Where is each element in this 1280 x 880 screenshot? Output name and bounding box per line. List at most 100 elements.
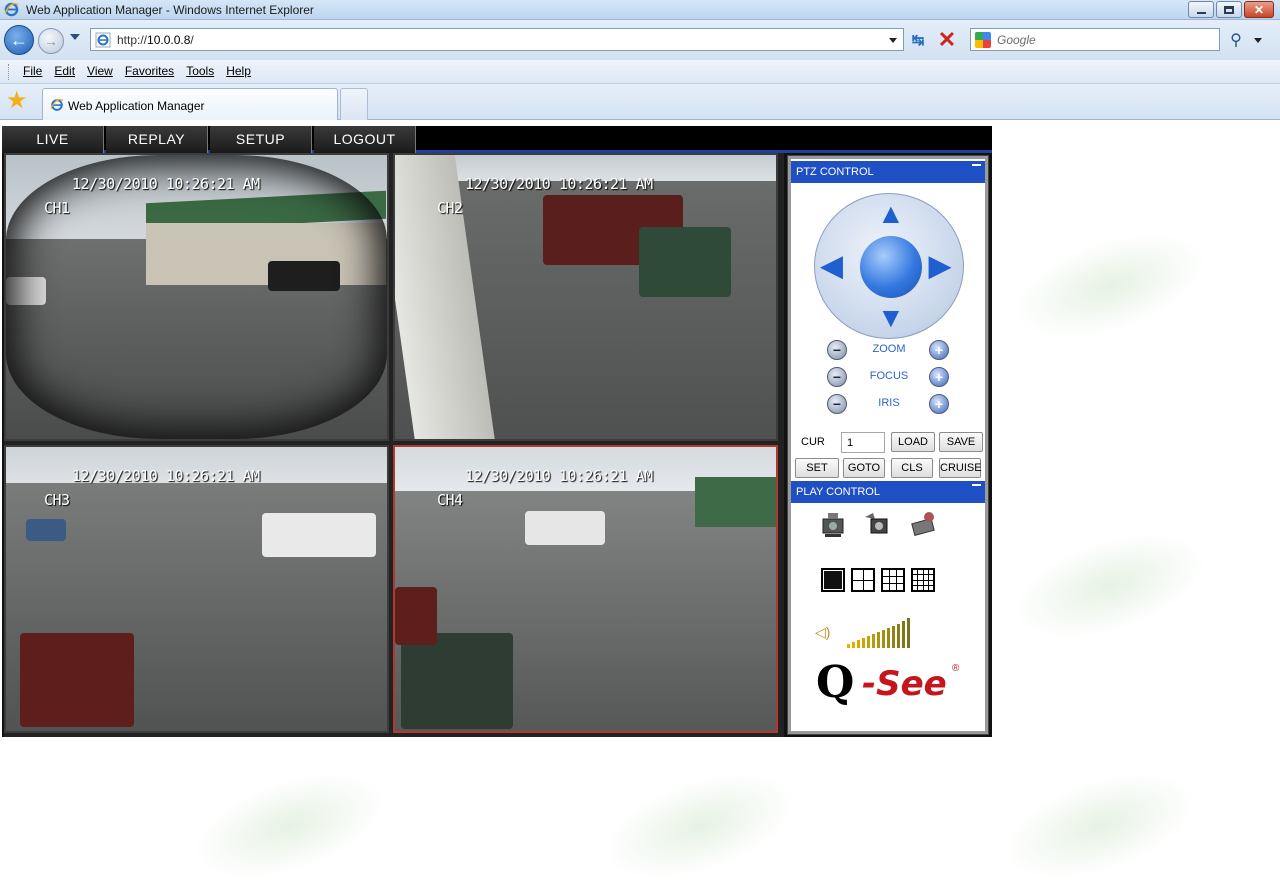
address-field[interactable]: http://10.0.0.8/ [90,28,904,51]
search-button[interactable]: ⚲ [1226,28,1246,51]
zoom-in-button[interactable]: + [929,340,949,360]
menu-file[interactable]: File [17,60,48,83]
search-field[interactable]: Google [970,28,1220,51]
snapshot-icon[interactable] [819,509,847,539]
ptz-up-arrow-icon[interactable]: ▲ [877,200,905,228]
camera-channel-label: CH4 [437,491,463,509]
camera-grid: 12/30/2010 10:26:21 AM CH1 12/30/2010 10… [4,153,784,737]
menu-help[interactable]: Help [220,60,257,83]
save-button[interactable]: SAVE [939,432,983,452]
minimize-button[interactable] [1188,1,1214,18]
menu-view[interactable]: View [81,60,119,83]
focus-label: FOCUS [869,370,909,382]
iris-row: − IRIS + [827,394,951,416]
nav-setup[interactable]: SETUP [210,126,312,153]
cls-button[interactable]: CLS [891,458,933,478]
red-pickup-truck [20,633,134,727]
camera-channel-label: CH1 [44,199,70,217]
collapse-icon[interactable] [972,484,981,486]
play-action-icons [819,509,949,543]
restore-button[interactable] [1216,1,1242,18]
white-van [525,511,605,545]
camera-channel-label: CH2 [437,199,463,217]
ptz-right-arrow-icon[interactable]: ▶ [929,252,951,280]
background-leaf [590,752,810,880]
back-button[interactable]: ← [4,25,34,55]
camera-timestamp: 12/30/2010 10:26:21 AM [72,175,260,193]
tab-ie-icon [50,98,64,111]
load-button[interactable]: LOAD [891,432,935,452]
refresh-button[interactable]: ↹ [906,28,930,51]
close-icon: ✕ [1253,2,1265,17]
zoom-out-button[interactable]: − [827,340,847,360]
background-leaf [990,752,1210,880]
dvr-web-app: LIVE REPLAY SETUP LOGOUT 12/30/2010 10:2… [2,126,992,737]
ptz-down-arrow-icon[interactable]: ▼ [877,304,905,332]
favorites-star-icon[interactable]: ★ [6,89,28,113]
background-leaf [1000,512,1220,660]
cruise-button[interactable]: CRUISE [939,458,982,478]
forward-arrow-icon: → [44,33,58,49]
layout-16-icon[interactable] [911,568,935,592]
nav-replay[interactable]: REPLAY [106,126,208,153]
menu-edit[interactable]: Edit [48,60,81,83]
nav-live[interactable]: LIVE [2,126,104,153]
volume-level-bars[interactable] [847,614,910,648]
ie-icon [4,2,19,17]
address-dropdown-icon[interactable] [889,38,897,43]
new-tab-button[interactable] [340,88,368,120]
window-controls: ✕ [1188,1,1274,18]
ptz-left-arrow-icon[interactable]: ◀ [821,252,843,280]
building [695,477,776,527]
stop-button[interactable]: ✕ [934,28,960,51]
volume-control[interactable]: ◁) [813,614,953,648]
menu-favorites[interactable]: Favorites [119,60,180,83]
layout-selector [821,568,941,592]
layout-1-icon[interactable] [821,568,845,592]
tab-bar: ★ Web Application Manager [0,84,1280,120]
camera-timestamp: 12/30/2010 10:26:21 AM [465,467,653,485]
collapse-icon[interactable] [972,164,981,166]
ptz-control-title: PTZ CONTROL [796,166,874,178]
camera-view-ch1[interactable]: 12/30/2010 10:26:21 AM CH1 [4,153,389,441]
lens-vignette [6,155,387,439]
menu-tools[interactable]: Tools [180,60,220,83]
top-navigation: LIVE REPLAY SETUP LOGOUT [2,126,992,153]
tab-web-application-manager[interactable]: Web Application Manager [42,88,338,120]
focus-in-button[interactable]: + [929,367,949,387]
preset-number-input[interactable]: 1 [841,432,885,453]
play-control-header: PLAY CONTROL [791,481,985,503]
white-van [262,513,376,557]
speaker-icon[interactable]: ◁) [815,624,830,641]
page-content: LIVE REPLAY SETUP LOGOUT 12/30/2010 10:2… [0,121,1280,880]
focus-out-button[interactable]: − [827,367,847,387]
playback-icon[interactable] [909,509,937,539]
address-url: http://10.0.0.8/ [117,33,194,47]
camera-timestamp: 12/30/2010 10:26:21 AM [72,467,260,485]
nav-logout[interactable]: LOGOUT [314,126,416,153]
goto-button[interactable]: GOTO [843,458,885,478]
camera-view-ch2[interactable]: 12/30/2010 10:26:21 AM CH2 [393,153,778,441]
stop-icon: ✕ [937,26,957,52]
layout-4-icon[interactable] [851,568,875,592]
focus-row: − FOCUS + [827,367,951,389]
forward-button[interactable]: → [38,28,64,54]
camera-view-ch3[interactable]: 12/30/2010 10:26:21 AM CH3 [4,445,389,733]
set-button[interactable]: SET [795,458,839,478]
iris-open-button[interactable]: + [929,394,949,414]
toolbar-grip [8,64,11,80]
camera-view-ch4[interactable]: 12/30/2010 10:26:21 AM CH4 [393,445,778,733]
record-icon[interactable] [863,509,891,539]
ptz-center-button[interactable] [860,236,922,298]
iris-label: IRIS [878,397,900,409]
recent-pages-dropdown[interactable] [70,34,80,40]
search-icon: ⚲ [1230,31,1242,49]
preset-row: CUR 1 LOAD SAVE [793,432,987,454]
address-toolbar: ← → http://10.0.0.8/ ↹ ✕ Google ⚲ [0,20,1280,60]
iris-close-button[interactable]: − [827,394,847,414]
minimize-icon [1196,11,1206,14]
zoom-label: ZOOM [872,343,906,355]
layout-9-icon[interactable] [881,568,905,592]
search-options-dropdown[interactable] [1254,38,1262,43]
close-window-button[interactable]: ✕ [1244,1,1274,18]
